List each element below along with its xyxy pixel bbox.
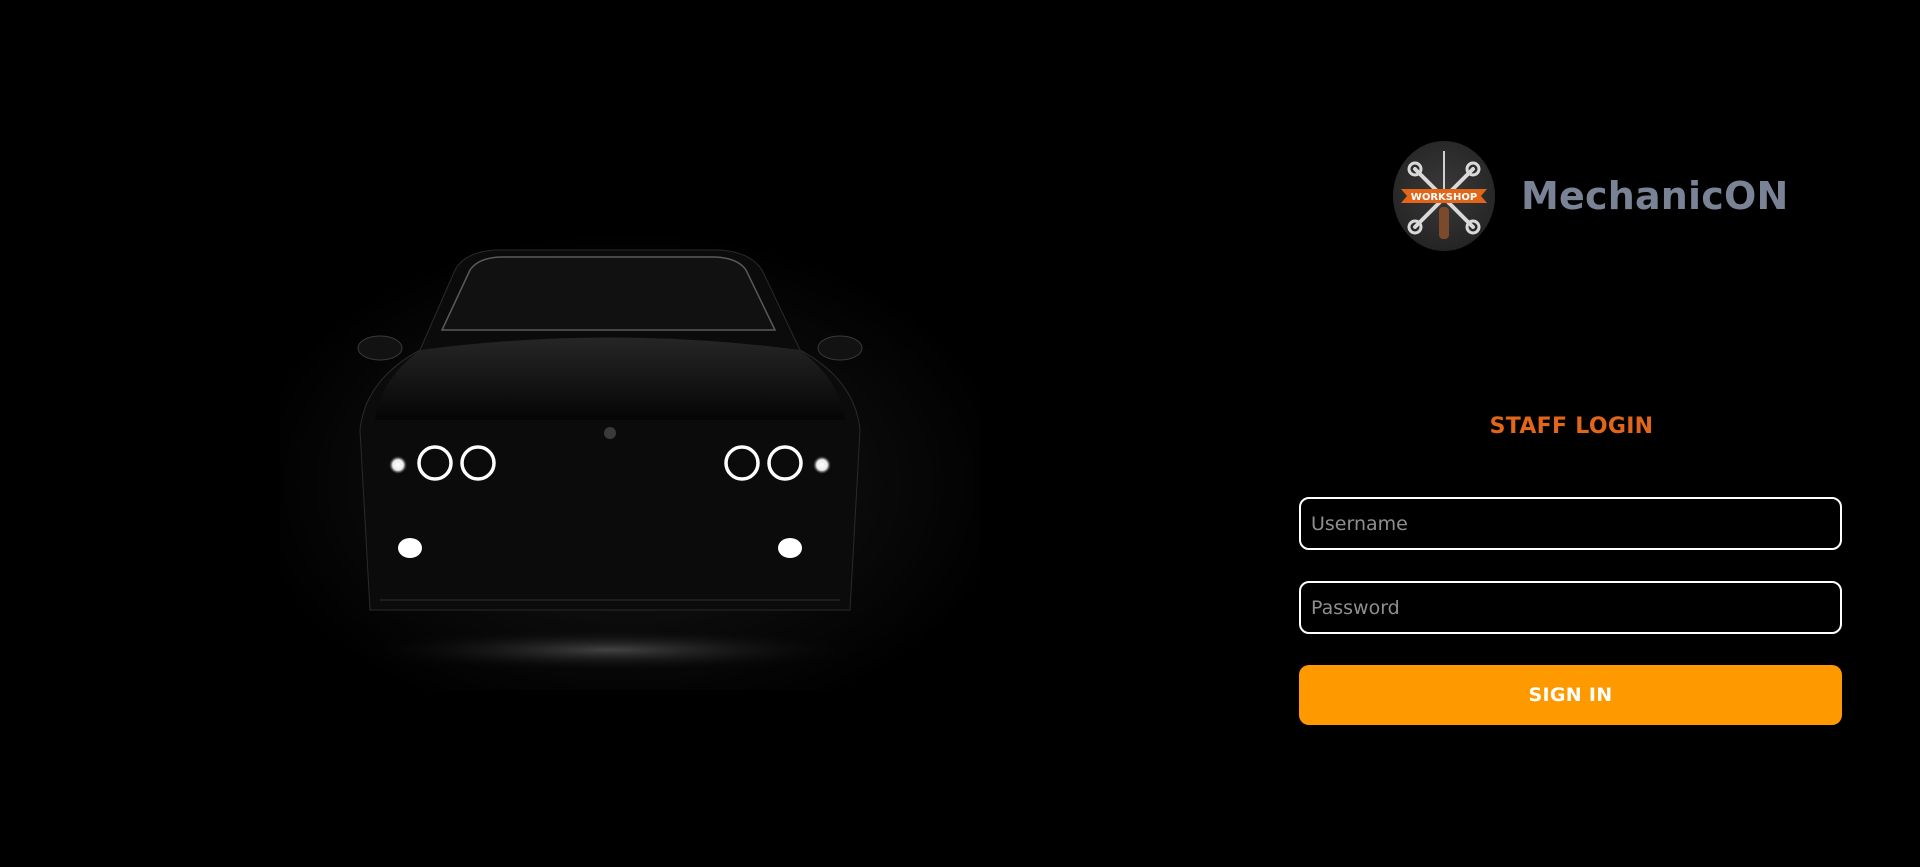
brand-name: MechanicON	[1521, 174, 1789, 218]
workshop-logo: WORKSHOP	[1393, 141, 1495, 251]
brand-header: WORKSHOP MechanicON	[1393, 140, 1789, 252]
login-page: WORKSHOP MechanicON STAFF LOGIN SIGN IN	[0, 0, 1920, 867]
login-title: STAFF LOGIN	[1489, 414, 1654, 439]
logo-text: WORKSHOP	[1411, 192, 1477, 203]
username-input[interactable]	[1299, 497, 1842, 550]
sign-in-button[interactable]: SIGN IN	[1299, 665, 1842, 725]
password-input[interactable]	[1299, 581, 1842, 634]
car-hero-image	[280, 230, 980, 690]
